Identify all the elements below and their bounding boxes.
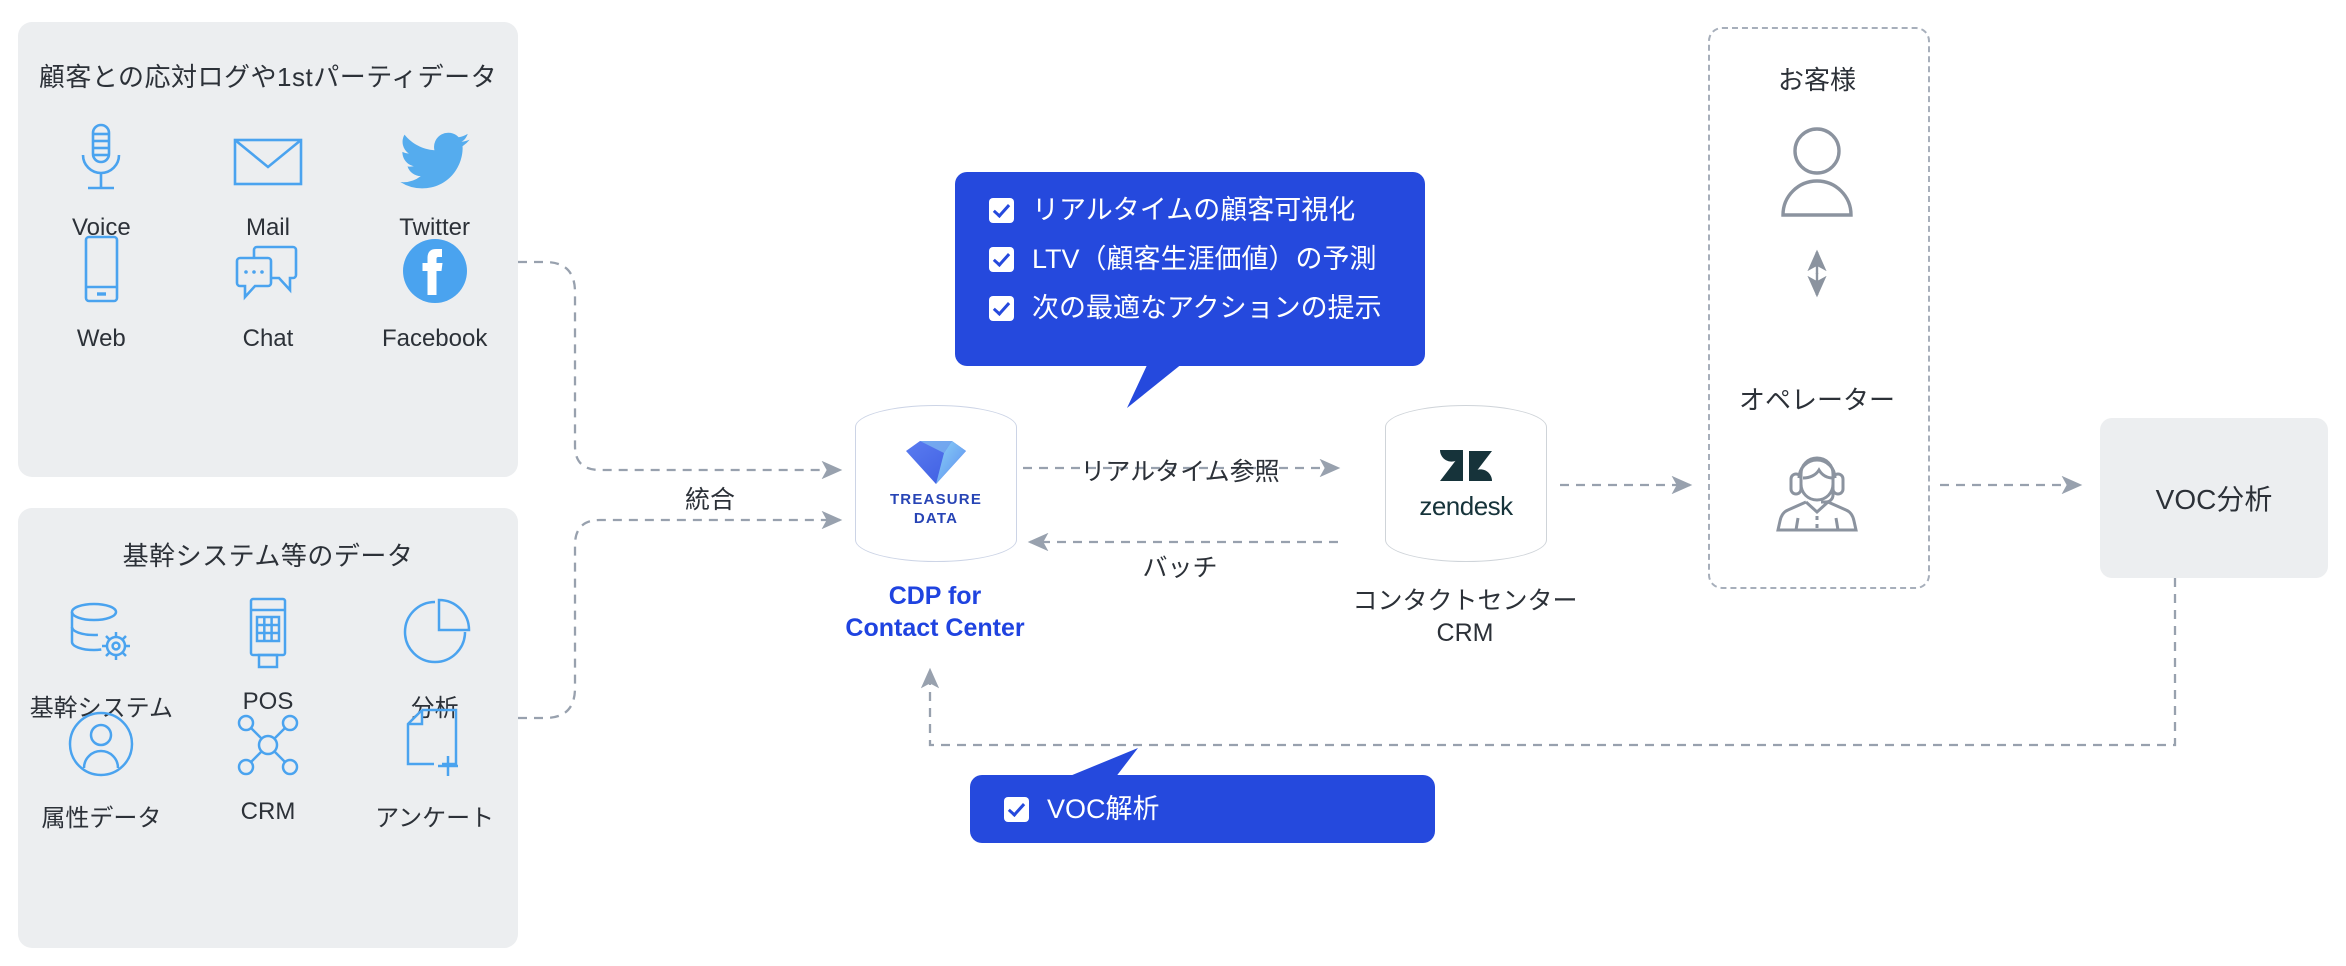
person-icon: [1778, 125, 1856, 222]
source-item-attribute-data: 属性データ: [18, 698, 185, 833]
callout-item-label: LTV（顧客生涯価値）の予測: [1032, 244, 1377, 274]
checkbox-checked-icon: [989, 296, 1014, 321]
source-item-label: アンケート: [375, 805, 495, 832]
checkbox-checked-icon: [989, 247, 1014, 272]
panel-first-party-title: 顧客との応対ログや1stパーティデータ: [38, 62, 498, 92]
panel-first-party-icons: Voice Mail Twitter: [18, 114, 518, 242]
source-item-label: 属性データ: [41, 805, 162, 832]
panel-first-party: 顧客との応対ログや1stパーティデータ Voice Mail Twitter W…: [18, 22, 518, 477]
source-item-crm: CRM: [185, 698, 352, 833]
network-nodes-icon: [231, 698, 305, 784]
callout-cdp-capabilities: リアルタイムの顧客可視化 LTV（顧客生涯価値）の予測 次の最適なアクションの提…: [955, 172, 1425, 366]
source-item-label: Facebook: [381, 325, 488, 352]
panel-core-systems-icons-2: 属性データ CRM アンケート: [18, 698, 518, 833]
callout-item-label: VOC解析: [1047, 793, 1160, 824]
node-contact-center-crm[interactable]: zendesk: [1385, 405, 1547, 562]
smartphone-icon: [76, 225, 126, 311]
callout-item-label: 次の最適なアクションの提示: [1032, 293, 1382, 323]
callout-item: 次の最適なアクションの提示: [989, 295, 1425, 322]
pos-terminal-icon: [240, 588, 296, 674]
voc-analysis-box[interactable]: VOC分析: [2100, 418, 2328, 578]
operator-label: オペレーター: [1738, 385, 1895, 415]
source-item-label: CRM: [240, 798, 296, 825]
panel-core-systems: 基幹システム等のデータ 基幹システム POS 分析 属性データ CRM アンケー…: [18, 508, 518, 948]
panel-first-party-icons-2: Web Chat Facebook: [18, 225, 518, 353]
connector-label-integrate: 統合: [684, 486, 735, 514]
callout-item: リアルタイムの顧客可視化: [989, 197, 1425, 224]
source-item-voice: Voice: [18, 114, 185, 242]
source-item-label: Chat: [242, 325, 294, 352]
callout-voc-analysis: VOC解析: [970, 775, 1435, 843]
callout-item: VOC解析: [1004, 793, 1160, 824]
database-gear-icon: [62, 588, 140, 674]
facebook-icon: [400, 225, 470, 311]
treasure-data-diamond-icon: [906, 440, 966, 484]
pie-chart-icon: [399, 588, 471, 674]
source-item-chat: Chat: [185, 225, 352, 353]
source-item-web: Web: [18, 225, 185, 353]
checkbox-checked-icon: [989, 198, 1014, 223]
connector-label-batch: バッチ: [1142, 554, 1218, 582]
connector-label-realtime: リアルタイム参照: [1080, 458, 1280, 486]
callout-item: LTV（顧客生涯価値）の予測: [989, 246, 1425, 273]
headset-operator-icon: [1770, 440, 1864, 537]
checkbox-checked-icon: [1004, 796, 1029, 822]
source-item-facebook: Facebook: [351, 225, 518, 353]
chat-bubbles-icon: [231, 225, 305, 311]
source-item-label: Web: [76, 325, 126, 352]
zendesk-wordmark: zendesk: [1419, 491, 1513, 521]
panel-core-systems-title: 基幹システム等のデータ: [122, 541, 414, 571]
zendesk-logo-icon: [1440, 450, 1492, 481]
callout-item-label: リアルタイムの顧客可視化: [1032, 195, 1356, 225]
node-crm-caption: コンタクトセンター CRM: [1352, 587, 1578, 647]
envelope-icon: [231, 114, 305, 200]
source-item-survey: アンケート: [351, 698, 518, 833]
twitter-bird-icon: [398, 114, 472, 200]
treasure-data-wordmark: TREASURE DATA: [889, 490, 983, 527]
document-plus-icon: [402, 698, 468, 784]
source-item-mail: Mail: [185, 114, 352, 242]
user-circle-icon: [64, 698, 138, 784]
node-cdp-for-contact-center[interactable]: TREASURE DATA: [855, 405, 1017, 562]
microphone-icon: [72, 114, 130, 200]
customer-label: お客様: [1777, 65, 1856, 95]
source-item-twitter: Twitter: [351, 114, 518, 242]
node-cdp-caption: CDP for Contact Center: [845, 582, 1025, 642]
voc-analysis-label: VOC分析: [2155, 484, 2273, 515]
